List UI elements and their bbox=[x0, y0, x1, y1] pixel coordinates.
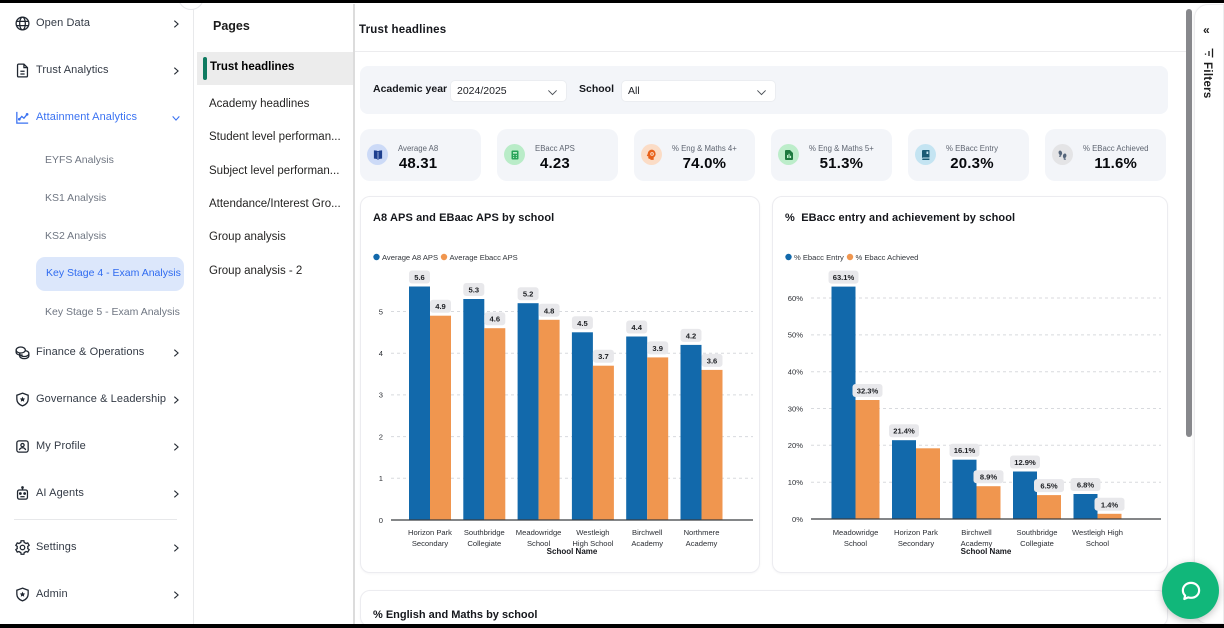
svg-text:16.1%: 16.1% bbox=[954, 446, 976, 455]
svg-text:4.5: 4.5 bbox=[577, 319, 588, 328]
svg-text:4.2: 4.2 bbox=[686, 331, 697, 340]
svg-text:2: 2 bbox=[379, 432, 383, 441]
svg-text:Collegiate: Collegiate bbox=[467, 539, 501, 548]
svg-text:Westleigh High: Westleigh High bbox=[1072, 528, 1123, 537]
svg-text:32.3%: 32.3% bbox=[857, 387, 879, 396]
svg-text:5: 5 bbox=[379, 307, 383, 316]
svg-text:% Ebacc Achieved: % Ebacc Achieved bbox=[856, 253, 919, 262]
svg-text:6.5%: 6.5% bbox=[1040, 482, 1058, 491]
svg-text:Average A8 APS: Average A8 APS bbox=[382, 253, 438, 262]
svg-text:Secondary: Secondary bbox=[898, 539, 935, 548]
svg-text:Birchwell: Birchwell bbox=[961, 528, 992, 537]
svg-text:Southbridge: Southbridge bbox=[1017, 528, 1058, 537]
svg-text:12.9%: 12.9% bbox=[1014, 458, 1036, 467]
svg-text:School Name: School Name bbox=[961, 547, 1012, 556]
svg-text:Average Ebacc APS: Average Ebacc APS bbox=[450, 253, 518, 262]
svg-text:Secondary: Secondary bbox=[412, 539, 449, 548]
svg-text:1: 1 bbox=[379, 474, 383, 483]
svg-text:School: School bbox=[1086, 539, 1110, 548]
svg-text:3.6: 3.6 bbox=[707, 356, 718, 365]
svg-text:30%: 30% bbox=[788, 404, 803, 413]
svg-text:60%: 60% bbox=[788, 294, 803, 303]
svg-text:3.9: 3.9 bbox=[652, 344, 663, 353]
svg-text:6.8%: 6.8% bbox=[1077, 481, 1095, 490]
svg-text:Horizon Park: Horizon Park bbox=[894, 528, 938, 537]
svg-text:40%: 40% bbox=[788, 368, 803, 377]
svg-text:School Name: School Name bbox=[547, 547, 598, 556]
svg-text:Southbridge: Southbridge bbox=[464, 528, 505, 537]
svg-text:1.4%: 1.4% bbox=[1101, 500, 1119, 509]
svg-text:4.6: 4.6 bbox=[490, 315, 501, 324]
svg-text:Westleigh: Westleigh bbox=[576, 528, 609, 537]
svg-text:5.2: 5.2 bbox=[523, 290, 534, 299]
svg-text:3: 3 bbox=[379, 391, 383, 400]
svg-text:Meadowridge: Meadowridge bbox=[833, 528, 879, 537]
svg-text:Academy: Academy bbox=[631, 539, 663, 548]
svg-text:4.9: 4.9 bbox=[435, 302, 446, 311]
svg-text:Northmere: Northmere bbox=[684, 528, 720, 537]
svg-text:% Ebacc Entry: % Ebacc Entry bbox=[794, 253, 844, 262]
svg-text:School: School bbox=[844, 539, 868, 548]
svg-text:0%: 0% bbox=[792, 515, 803, 524]
svg-text:4.8: 4.8 bbox=[544, 306, 555, 315]
svg-text:Meadowridge: Meadowridge bbox=[516, 528, 562, 537]
svg-text:Academy: Academy bbox=[686, 539, 718, 548]
svg-text:0: 0 bbox=[379, 516, 383, 525]
svg-text:Horizon Park: Horizon Park bbox=[408, 528, 452, 537]
svg-text:20%: 20% bbox=[788, 441, 803, 450]
svg-text:Collegiate: Collegiate bbox=[1020, 539, 1054, 548]
svg-text:4: 4 bbox=[379, 349, 383, 358]
svg-text:3.7: 3.7 bbox=[598, 352, 609, 361]
svg-text:63.1%: 63.1% bbox=[833, 273, 855, 282]
svg-text:21.4%: 21.4% bbox=[893, 427, 915, 436]
svg-text:8.9%: 8.9% bbox=[980, 473, 998, 482]
svg-text:10%: 10% bbox=[788, 478, 803, 487]
svg-text:50%: 50% bbox=[788, 331, 803, 340]
svg-text:5.6: 5.6 bbox=[414, 273, 425, 282]
svg-text:4.4: 4.4 bbox=[631, 323, 642, 332]
svg-text:Birchwell: Birchwell bbox=[632, 528, 663, 537]
svg-text:5.3: 5.3 bbox=[469, 286, 480, 295]
